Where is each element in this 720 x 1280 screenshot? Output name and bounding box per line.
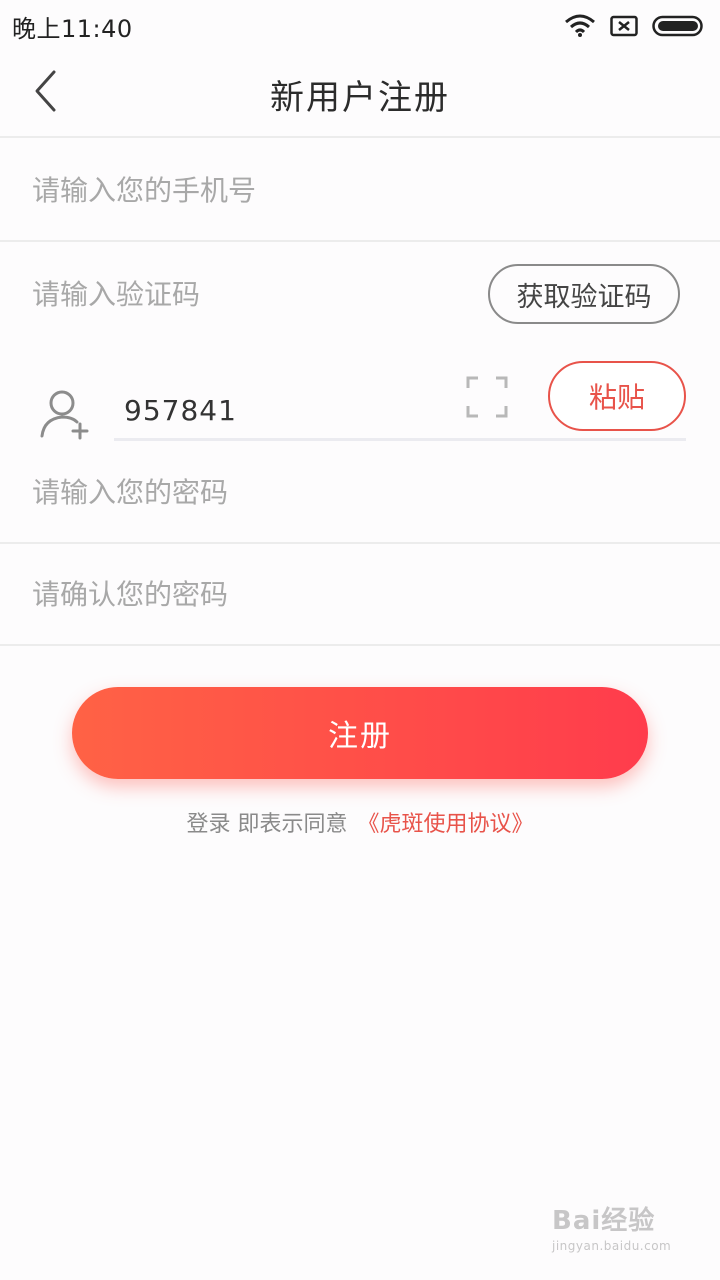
phone-input[interactable] (32, 140, 452, 240)
password-row (0, 442, 720, 544)
watermark-main: Bai经验 (552, 1206, 656, 1236)
agreement-text: 登录 即表示同意 《虎斑使用协议》 (0, 806, 720, 838)
clipboard-underline (114, 438, 686, 441)
page-title: 新用户注册 (270, 78, 450, 118)
agreement-prefix: 登录 即表示同意 (186, 812, 348, 837)
scan-frame-icon[interactable] (466, 376, 508, 418)
verification-code-input[interactable] (32, 242, 412, 346)
status-icons (564, 14, 706, 38)
watermark-sub: jingyan.baidu.com (552, 1239, 672, 1253)
confirm-password-input[interactable] (32, 544, 452, 644)
nav-bar: 新用户注册 (0, 52, 720, 138)
sim-off-icon (610, 15, 638, 37)
clipboard-text[interactable]: 957841 (124, 394, 237, 427)
status-time: 晚上11:40 (12, 14, 133, 43)
status-bar: 晚上11:40 (0, 0, 720, 52)
paste-button[interactable]: 粘贴 (548, 361, 686, 431)
confirm-password-row (0, 544, 720, 646)
clipboard-suggestion-bar: 957841 粘贴 (0, 350, 720, 450)
add-user-icon (40, 390, 89, 440)
code-row: 获取验证码 (0, 242, 720, 346)
register-button[interactable]: 注册 (72, 687, 648, 779)
battery-icon (652, 15, 703, 37)
get-code-button[interactable]: 获取验证码 (488, 264, 680, 324)
password-input[interactable] (32, 442, 452, 542)
wifi-icon (565, 14, 595, 37)
agreement-link[interactable]: 《虎斑使用协议》 (357, 812, 533, 837)
phone-row (0, 140, 720, 242)
watermark-logo: Bai经验 jingyan.baidu.com (552, 1200, 692, 1270)
